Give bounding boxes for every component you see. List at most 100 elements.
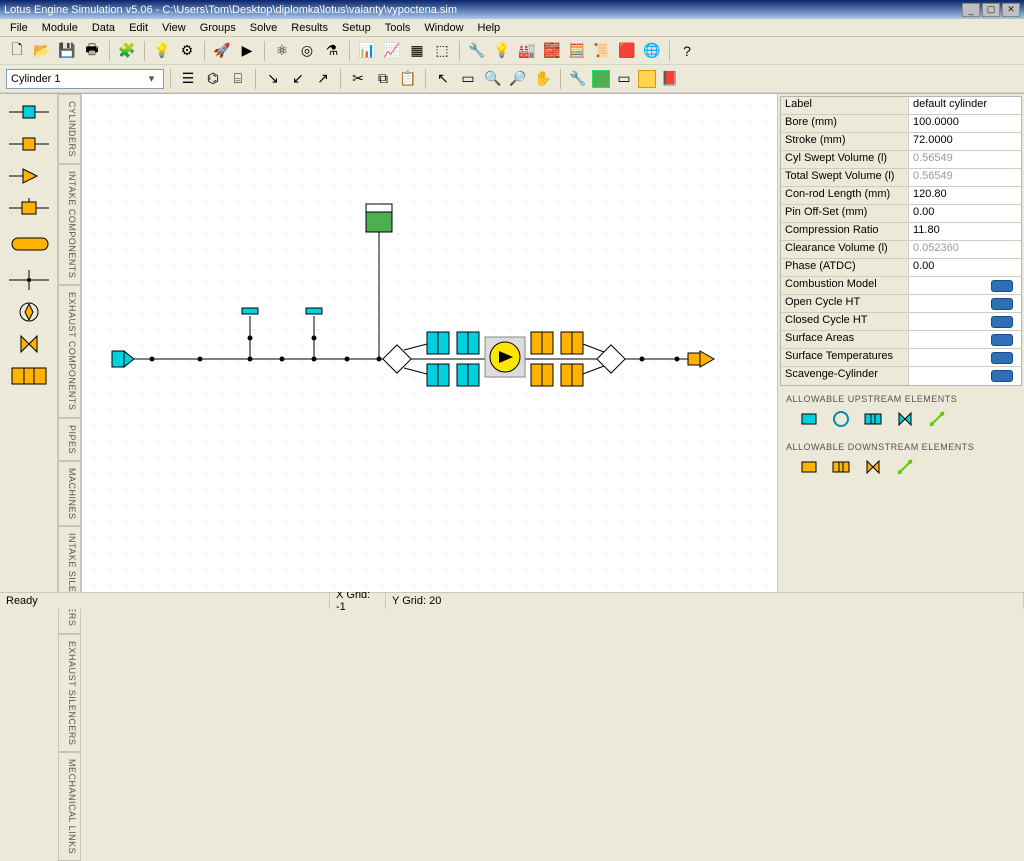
misc1-icon[interactable]: 🧱 xyxy=(541,40,563,62)
green-panel-icon[interactable] xyxy=(592,70,610,88)
conn3-icon[interactable]: ↗ xyxy=(312,68,334,90)
copy-icon[interactable]: ⧉ xyxy=(372,68,394,90)
select-icon[interactable]: ▭ xyxy=(457,68,479,90)
hier-icon[interactable]: ⌬ xyxy=(202,68,224,90)
bulb-icon[interactable]: 💡 xyxy=(151,40,173,62)
prop-open-button[interactable] xyxy=(991,316,1013,328)
toggle2-icon[interactable] xyxy=(638,70,656,88)
prop-value[interactable]: default cylinder xyxy=(909,97,1021,114)
globe-icon[interactable]: 🌐 xyxy=(641,40,663,62)
palette-valve-orange[interactable] xyxy=(6,196,52,220)
chart-icon[interactable]: 📊 xyxy=(356,40,378,62)
palette-junction[interactable] xyxy=(6,268,52,292)
menu-view[interactable]: View xyxy=(156,21,192,35)
side-tab-cylinders[interactable]: CYLINDERS xyxy=(58,94,81,164)
side-tab-exhaust-components[interactable]: EXHAUST COMPONENTS xyxy=(58,285,81,417)
palette-arrow-orange[interactable] xyxy=(6,164,52,188)
menu-tools[interactable]: Tools xyxy=(379,21,417,35)
palette-butterfly[interactable] xyxy=(6,332,52,356)
prop-open-button[interactable] xyxy=(991,352,1013,364)
minimize-button[interactable]: _ xyxy=(962,3,980,17)
element-selector[interactable]: Cylinder 1 ▾ xyxy=(6,69,164,89)
msc-icon[interactable]: 🟥 xyxy=(616,40,638,62)
toggle1-icon[interactable]: ▭ xyxy=(613,68,635,90)
maximize-button[interactable]: ▢ xyxy=(982,3,1000,17)
prop-row: Compression Ratio11.80 xyxy=(781,223,1021,241)
palette-fan[interactable] xyxy=(6,300,52,324)
menu-module[interactable]: Module xyxy=(36,21,84,35)
menu-help[interactable]: Help xyxy=(472,21,507,35)
palette-cylinder-orange[interactable] xyxy=(6,228,52,260)
prop-value[interactable]: 120.80 xyxy=(909,187,1021,204)
prop-value[interactable]: 72.0000 xyxy=(909,133,1021,150)
side-tab-exhaust-silencers[interactable]: EXHAUST SILENCERS xyxy=(58,634,81,752)
wrench-icon[interactable]: 🔧 xyxy=(567,68,589,90)
paste-icon[interactable]: 📋 xyxy=(397,68,419,90)
side-tab-pipes[interactable]: PIPES xyxy=(58,418,81,461)
prop-value[interactable]: 100.0000 xyxy=(909,115,1021,132)
menu-data[interactable]: Data xyxy=(86,21,121,35)
prop-open-button[interactable] xyxy=(991,370,1013,382)
prop-row: Con-rod Length (mm)120.80 xyxy=(781,187,1021,205)
new-icon[interactable]: 🗋 xyxy=(6,40,28,62)
tree-icon[interactable]: ☰ xyxy=(177,68,199,90)
target-icon[interactable]: ◎ xyxy=(296,40,318,62)
script-icon[interactable]: 📜 xyxy=(591,40,613,62)
allowable-downstream-row xyxy=(780,454,1022,486)
side-tab-mechanical-links[interactable]: MECHANICAL LINKS xyxy=(58,752,81,861)
prop-open-button[interactable] xyxy=(991,334,1013,346)
menu-edit[interactable]: Edit xyxy=(123,21,154,35)
waterfall-icon[interactable]: ⬚ xyxy=(431,40,453,62)
menu-file[interactable]: File xyxy=(4,21,34,35)
palette-port-orange[interactable] xyxy=(6,132,52,156)
canvas[interactable] xyxy=(82,94,778,592)
palette-block-orange[interactable] xyxy=(6,364,52,388)
property-grid: Labeldefault cylinderBore (mm)100.0000St… xyxy=(780,96,1022,386)
prop-label: Label xyxy=(781,97,909,114)
conn2-icon[interactable]: ↙ xyxy=(287,68,309,90)
prop-value[interactable]: 0.00 xyxy=(909,259,1021,276)
prop-row: Bore (mm)100.0000 xyxy=(781,115,1021,133)
palette-port-cyan[interactable] xyxy=(6,100,52,124)
open-icon[interactable]: 📂 xyxy=(31,40,53,62)
save-icon[interactable]: 💾 xyxy=(56,40,78,62)
menu-window[interactable]: Window xyxy=(418,21,469,35)
zoomout-icon[interactable]: 🔍 xyxy=(482,68,504,90)
prop-value[interactable]: 11.80 xyxy=(909,223,1021,240)
pointer-icon[interactable]: ↖ xyxy=(432,68,454,90)
prop-open-button[interactable] xyxy=(991,298,1013,310)
prop-open-button[interactable] xyxy=(991,280,1013,292)
prop-value[interactable]: 0.00 xyxy=(909,205,1021,222)
upstream-spark-icon xyxy=(926,408,948,430)
atom-icon[interactable]: ⚛ xyxy=(271,40,293,62)
prop-row: Phase (ATDC)0.00 xyxy=(781,259,1021,277)
menu-results[interactable]: Results xyxy=(285,21,334,35)
prop-label: Pin Off-Set (mm) xyxy=(781,205,909,222)
print-icon[interactable]: 🖶 xyxy=(81,40,103,62)
side-tab-intake-silencers[interactable]: INTAKE SILENCERS xyxy=(58,526,81,633)
module-icon[interactable]: 🧩 xyxy=(116,40,138,62)
factory-icon[interactable]: 🏭 xyxy=(516,40,538,62)
hier2-icon[interactable]: ⌸ xyxy=(227,68,249,90)
rocket-icon[interactable]: 🚀 xyxy=(211,40,233,62)
gear-icon[interactable]: ⚙ xyxy=(176,40,198,62)
zoom-icon[interactable]: 🔎 xyxy=(507,68,529,90)
barchart-icon[interactable]: 📈 xyxy=(381,40,403,62)
close-button[interactable]: ✕ xyxy=(1002,3,1020,17)
side-tab-intake-components[interactable]: INTAKE COMPONENTS xyxy=(58,164,81,285)
tool-a-icon[interactable]: 🔧 xyxy=(466,40,488,62)
misc2-icon[interactable]: 🧮 xyxy=(566,40,588,62)
menu-groups[interactable]: Groups xyxy=(194,21,242,35)
cut-icon[interactable]: ✂ xyxy=(347,68,369,90)
help-icon[interactable]: ? xyxy=(676,40,698,62)
pan-icon[interactable]: ✋ xyxy=(532,68,554,90)
conn1-icon[interactable]: ↘ xyxy=(262,68,284,90)
book-icon[interactable]: 📕 xyxy=(659,68,681,90)
table-icon[interactable]: ▦ xyxy=(406,40,428,62)
menu-setup[interactable]: Setup xyxy=(336,21,377,35)
run-icon[interactable]: ▶ xyxy=(236,40,258,62)
side-tab-machines[interactable]: MACHINES xyxy=(58,461,81,527)
flask-icon[interactable]: ⚗ xyxy=(321,40,343,62)
lightbulb-icon[interactable]: 💡 xyxy=(491,40,513,62)
menu-solve[interactable]: Solve xyxy=(244,21,284,35)
